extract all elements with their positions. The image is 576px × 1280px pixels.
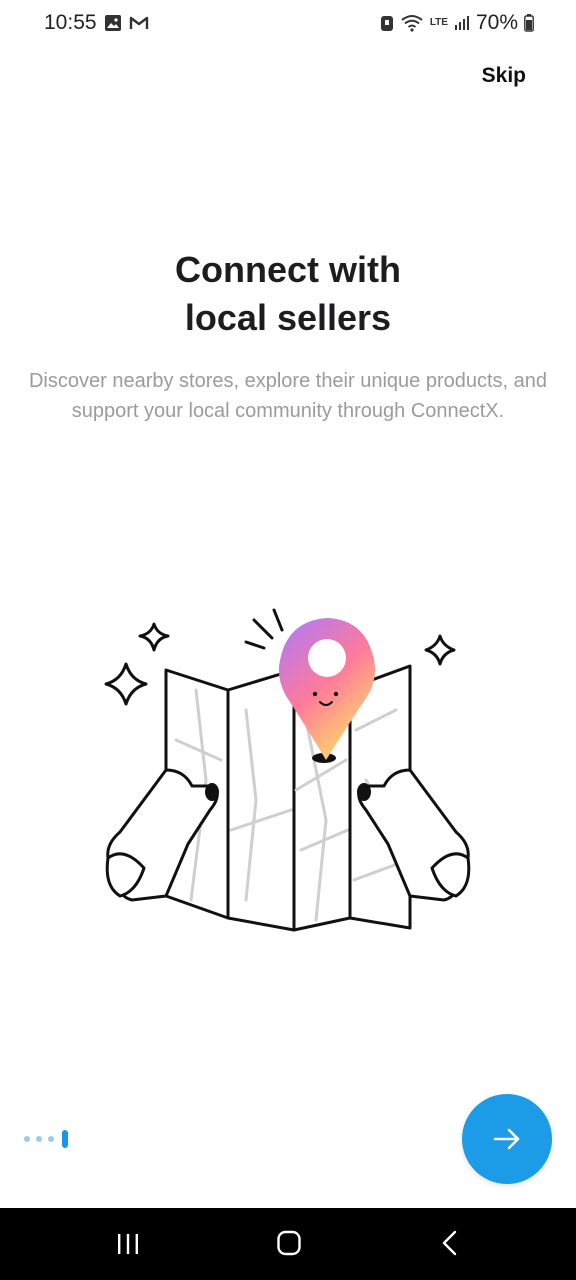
- system-nav-bar: [0, 1208, 576, 1280]
- page-title: Connect with local sellers: [0, 246, 576, 342]
- map-illustration: [104, 608, 471, 932]
- gallery-icon: [105, 15, 121, 31]
- page-dot-active: [62, 1130, 68, 1148]
- sparkle-icon: [138, 622, 170, 652]
- page-indicator: [24, 1130, 68, 1148]
- title-line-1: Connect with: [175, 249, 401, 290]
- page-description: Discover nearby stores, explore their un…: [28, 370, 548, 422]
- volte-badge: LTE: [429, 17, 448, 28]
- sparkle-icon: [104, 662, 148, 706]
- gmail-icon: [129, 16, 149, 29]
- page-dot: [48, 1136, 54, 1142]
- next-button[interactable]: [462, 1094, 552, 1184]
- page-dot: [36, 1136, 42, 1142]
- wifi-icon: [401, 15, 423, 32]
- status-time: 10:55: [44, 11, 97, 34]
- home-icon[interactable]: [277, 1230, 301, 1256]
- alarm-icon: [380, 16, 393, 31]
- status-bar: 10:55 LTE 70%: [0, 0, 576, 48]
- title-line-2: local sellers: [184, 297, 392, 338]
- battery-icon: [524, 14, 534, 32]
- skip-button[interactable]: Skip: [482, 64, 526, 88]
- battery-percent: 70%: [475, 11, 518, 34]
- arrow-right-icon: [493, 1128, 520, 1150]
- back-icon[interactable]: [440, 1230, 460, 1256]
- page-dot: [24, 1136, 30, 1142]
- recents-icon[interactable]: [116, 1232, 140, 1256]
- sparkle-icon: [424, 634, 456, 666]
- signal-icon: [454, 16, 469, 30]
